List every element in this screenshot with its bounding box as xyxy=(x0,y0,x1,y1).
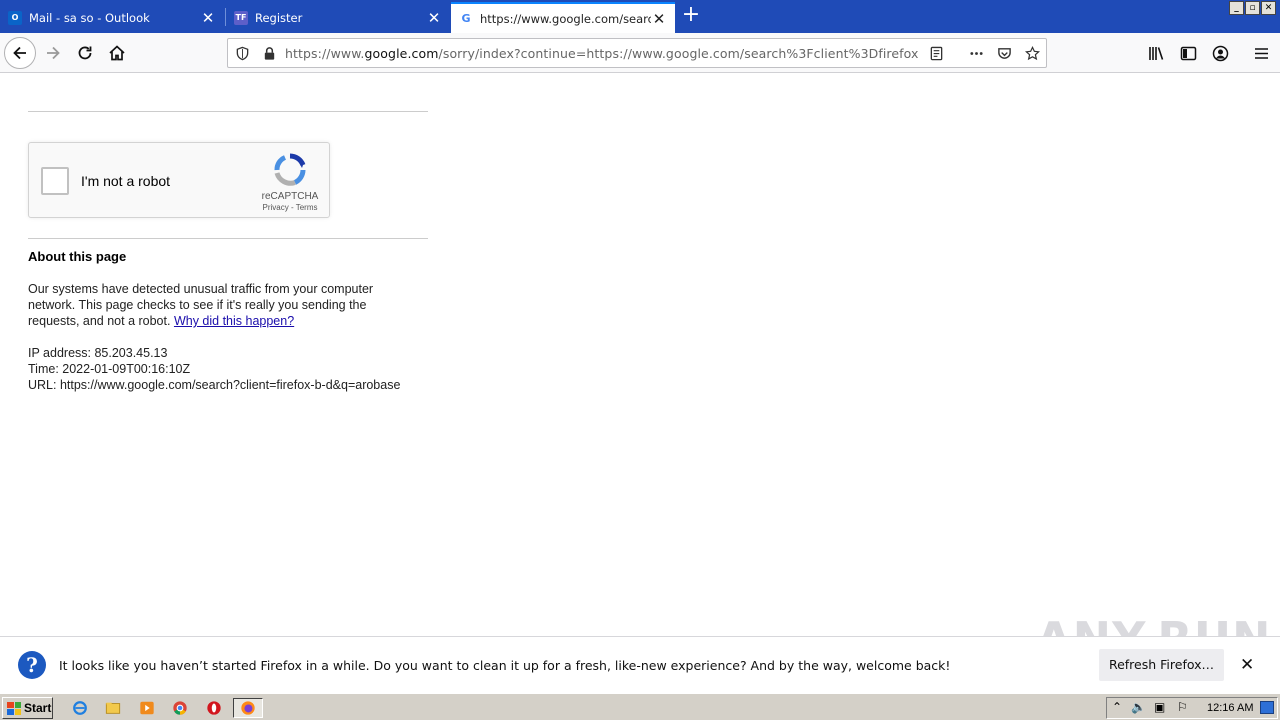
recaptcha-links: Privacy - Terms xyxy=(255,203,325,212)
action-center-flag-icon[interactable]: ⚐ xyxy=(1177,700,1188,714)
url-prefix: https://www. xyxy=(285,46,365,61)
shield-icon[interactable] xyxy=(234,45,250,61)
request-url: URL: https://www.google.com/search?clien… xyxy=(28,378,401,392)
terms-link[interactable]: Terms xyxy=(296,203,318,212)
pocket-icon[interactable] xyxy=(996,45,1012,61)
chrome-icon[interactable] xyxy=(170,698,190,718)
library-icon[interactable] xyxy=(1146,43,1166,63)
hamburger-menu-icon[interactable] xyxy=(1251,43,1271,63)
tab-title: https://www.google.com/search?c xyxy=(480,11,651,26)
new-tab-button[interactable]: + xyxy=(680,3,702,29)
recaptcha-checkbox[interactable] xyxy=(41,167,69,195)
question-icon: ? xyxy=(18,651,46,679)
system-tray: ⌃ 🔈 ▣ ⚐ 12:16 AM xyxy=(1106,697,1278,719)
page-actions-icon[interactable] xyxy=(968,45,984,61)
close-tab-icon[interactable]: ✕ xyxy=(200,9,216,27)
account-icon[interactable] xyxy=(1210,43,1230,63)
taskbar: Start ⌃ 🔈 ▣ ⚐ 12:16 AM xyxy=(0,693,1280,720)
close-notification-icon[interactable]: ✕ xyxy=(1240,655,1254,675)
refresh-firefox-button[interactable]: Refresh Firefox… xyxy=(1099,649,1224,681)
reload-icon xyxy=(78,46,92,60)
reload-button[interactable] xyxy=(69,37,101,69)
tab-google-search[interactable]: G https://www.google.com/search?c ✕ xyxy=(451,2,675,33)
close-tab-icon[interactable]: ✕ xyxy=(651,10,667,28)
tab-strip: O Mail - sa so - Outlook ✕ TF Register ✕… xyxy=(0,0,1280,33)
recaptcha-label: I'm not a robot xyxy=(81,173,171,189)
windows-flag-icon xyxy=(7,701,21,715)
home-icon xyxy=(109,45,125,61)
firefox-taskbar-button[interactable] xyxy=(233,698,263,718)
window-controls: _ ▫ ✕ xyxy=(1229,1,1276,15)
forward-button[interactable] xyxy=(37,37,69,69)
bookmark-star-icon[interactable] xyxy=(1024,45,1040,61)
internet-explorer-icon[interactable] xyxy=(70,698,90,718)
media-player-icon[interactable] xyxy=(137,698,157,718)
show-desktop-icon[interactable] xyxy=(1260,701,1274,714)
notification-bar: ? It looks like you haven’t started Fire… xyxy=(0,636,1280,693)
url-bar[interactable]: https://www.google.com/sorry/index?conti… xyxy=(227,38,1047,68)
restore-button[interactable]: ▫ xyxy=(1245,1,1260,15)
back-arrow-icon xyxy=(13,46,26,60)
reader-view-icon[interactable] xyxy=(928,45,944,61)
about-heading: About this page xyxy=(28,249,127,264)
google-icon: G xyxy=(459,11,473,26)
home-button[interactable] xyxy=(101,37,133,69)
page-content: I'm not a robot reCAPTCHA Privacy - Term… xyxy=(0,74,1280,636)
tab-outlook[interactable]: O Mail - sa so - Outlook ✕ xyxy=(0,2,224,33)
navigation-toolbar: https://www.google.com/sorry/index?conti… xyxy=(0,33,1280,73)
url-host: google.com xyxy=(364,46,439,61)
recaptcha-brand: reCAPTCHA xyxy=(261,191,319,202)
request-info: IP address: 85.203.45.13 Time: 2022-01-0… xyxy=(28,345,400,393)
clock: 12:16 AM xyxy=(1207,702,1254,714)
divider xyxy=(28,238,428,239)
forward-arrow-icon xyxy=(47,46,60,60)
url-text[interactable]: https://www.google.com/sorry/index?conti… xyxy=(285,46,918,61)
recaptcha-logo-icon xyxy=(274,153,306,186)
url-path: /sorry/index?continue=https://www.google… xyxy=(438,46,918,61)
sidebar-icon[interactable] xyxy=(1178,43,1198,63)
tab-title: Mail - sa so - Outlook xyxy=(29,10,150,25)
tab-title: Register xyxy=(255,10,303,25)
back-button[interactable] xyxy=(4,37,36,69)
link-separator: - xyxy=(288,203,296,212)
ip-address: IP address: 85.203.45.13 xyxy=(28,346,168,360)
network-icon[interactable]: ▣ xyxy=(1154,700,1165,714)
close-tab-icon[interactable]: ✕ xyxy=(426,9,442,27)
firefox-icon xyxy=(241,701,255,715)
divider xyxy=(28,111,428,112)
start-label: Start xyxy=(24,701,52,715)
request-time: Time: 2022-01-09T00:16:10Z xyxy=(28,362,191,376)
start-button[interactable]: Start xyxy=(2,697,53,719)
close-window-button[interactable]: ✕ xyxy=(1261,1,1276,15)
privacy-link[interactable]: Privacy xyxy=(263,203,289,212)
tray-expand-icon[interactable]: ⌃ xyxy=(1112,700,1122,714)
notification-message: It looks like you haven’t started Firefo… xyxy=(59,658,951,673)
why-did-this-happen-link[interactable]: Why did this happen? xyxy=(174,314,294,328)
opera-icon[interactable] xyxy=(204,698,224,718)
tab-register[interactable]: TF Register ✕ xyxy=(226,2,450,33)
typeform-icon: TF xyxy=(234,10,248,25)
outlook-icon: O xyxy=(8,10,22,25)
minimize-button[interactable]: _ xyxy=(1229,1,1244,15)
lock-icon[interactable] xyxy=(261,45,277,61)
file-explorer-icon[interactable] xyxy=(103,698,123,718)
about-paragraph: Our systems have detected unusual traffi… xyxy=(28,281,408,329)
volume-icon[interactable]: 🔈 xyxy=(1131,700,1146,714)
recaptcha-widget: I'm not a robot reCAPTCHA Privacy - Term… xyxy=(28,142,330,218)
